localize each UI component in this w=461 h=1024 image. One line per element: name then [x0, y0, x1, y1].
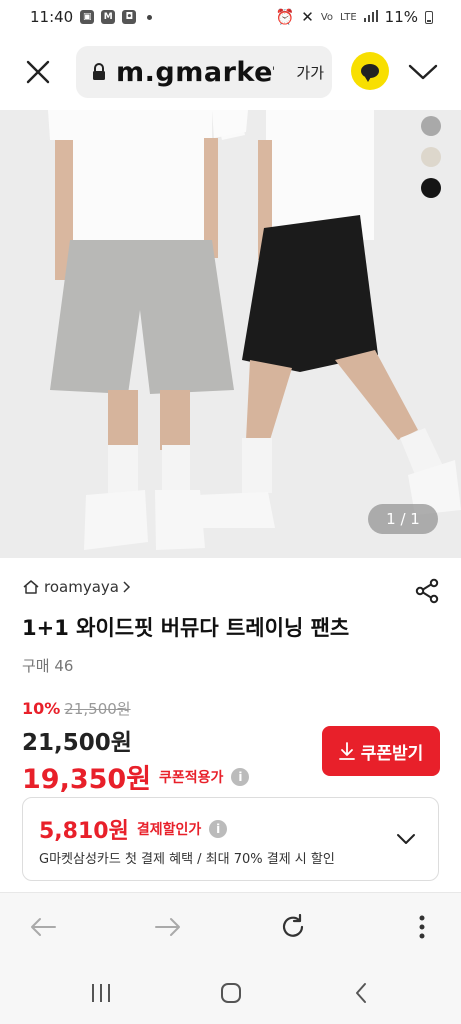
coupon-price-row: 19,350원 쿠폰적용가 i: [22, 757, 250, 796]
more-vertical-icon: [419, 915, 425, 939]
image-counter: 1 / 1: [368, 504, 438, 534]
swatch-beige[interactable]: [421, 147, 441, 167]
home-icon: [23, 580, 39, 594]
chevron-down-icon: [397, 834, 415, 844]
share-button[interactable]: [412, 576, 442, 606]
more-notifications-icon: [147, 14, 153, 20]
coupon-download-button[interactable]: 쿠폰받기: [322, 726, 440, 776]
system-back-button[interactable]: [346, 978, 376, 1008]
card-discount-price: 5,810원: [39, 819, 129, 844]
browser-nav-bar: [0, 892, 461, 960]
seller-link[interactable]: roamyaya: [22, 578, 131, 596]
close-icon: [26, 60, 50, 84]
recent-apps-icon: [92, 984, 110, 1002]
coupon-button-label: 쿠폰받기: [360, 743, 424, 764]
status-right: ⏰ ✕ Vo LTE 11%: [276, 8, 433, 26]
info-icon[interactable]: i: [209, 820, 228, 838]
color-swatches: [421, 116, 441, 198]
mail-notification-icon: M: [101, 10, 116, 24]
kakao-button[interactable]: [351, 52, 389, 90]
status-time: 11:40: [30, 8, 74, 26]
mute-icon: ✕: [301, 8, 314, 26]
home-circle-icon: [221, 983, 241, 1003]
swatch-black[interactable]: [421, 178, 441, 198]
discount-rate: 10%: [22, 699, 61, 718]
product-title: 1+1 와이드핏 버뮤다 트레이닝 팬츠: [22, 616, 350, 640]
card-discount-row: 5,810원 결제할인가 i: [39, 813, 228, 845]
price-block: 10% 21,500원 21,500원 19,350원 쿠폰적용가 i: [22, 698, 250, 796]
product-photo: [0, 110, 461, 558]
arrow-right-icon: [155, 918, 180, 936]
signal-icon: [363, 8, 378, 26]
reload-icon: [282, 914, 304, 937]
kakao-chat-icon: [361, 64, 379, 82]
swatch-gray[interactable]: [421, 116, 441, 136]
network-label: LTE: [340, 11, 357, 23]
original-price: 21,500원: [64, 700, 131, 718]
arrow-left-icon: [31, 918, 56, 936]
battery-label: 11%: [384, 8, 418, 26]
forward-button[interactable]: [152, 911, 184, 943]
alarm-icon: ⏰: [275, 8, 295, 26]
browser-toolbar: m.gmarket.co.kr 가가: [0, 34, 461, 110]
card-discount-expand-button[interactable]: [393, 826, 419, 852]
chevron-down-icon: [408, 64, 438, 80]
discount-row: 10% 21,500원: [22, 698, 249, 719]
share-icon: [415, 578, 439, 604]
battery-icon: [425, 10, 433, 24]
more-menu-button[interactable]: [406, 911, 438, 943]
url-bar[interactable]: m.gmarket.co.kr 가가: [76, 46, 332, 98]
seller-name: roamyaya: [44, 578, 119, 596]
status-left: 11:40 ▣ M ◘: [30, 8, 153, 26]
reload-button[interactable]: [277, 911, 309, 943]
close-button[interactable]: [22, 56, 54, 88]
back-button[interactable]: [27, 911, 59, 943]
sale-price: 21,500원: [22, 730, 132, 756]
download-icon: [338, 742, 355, 760]
status-bar: 11:40 ▣ M ◘ ⏰ ✕ Vo LTE 11%: [0, 0, 461, 34]
coupon-price: 19,350원: [22, 764, 152, 795]
gallery-notification-icon: ▣: [80, 10, 95, 24]
url-text: m.gmarket.co.kr: [116, 56, 274, 88]
card-discount-description: G마켓삼성카드 첫 결제 혜택 / 최대 70% 결제 시 할인: [39, 852, 335, 867]
recent-apps-button[interactable]: [86, 978, 116, 1008]
card-discount-label: 결제할인가: [136, 822, 202, 838]
text-size-button[interactable]: 가가: [284, 46, 324, 98]
coupon-price-label: 쿠폰적용가: [159, 769, 224, 786]
volte-label: Vo: [320, 11, 334, 23]
chevron-right-icon: [123, 581, 131, 593]
system-nav-bar: [0, 960, 461, 1024]
card-discount-box[interactable]: 5,810원 결제할인가 i G마켓삼성카드 첫 결제 혜택 / 최대 70% …: [22, 797, 439, 881]
home-button[interactable]: [216, 978, 246, 1008]
expand-toolbar-button[interactable]: [404, 54, 442, 90]
lock-icon: [88, 61, 110, 83]
product-image[interactable]: 1 / 1: [0, 110, 461, 558]
back-chevron-icon: [356, 983, 366, 1003]
info-icon[interactable]: i: [231, 767, 250, 786]
purchase-count: 구매 46: [22, 657, 74, 675]
app-notification-icon: ◘: [122, 10, 137, 24]
